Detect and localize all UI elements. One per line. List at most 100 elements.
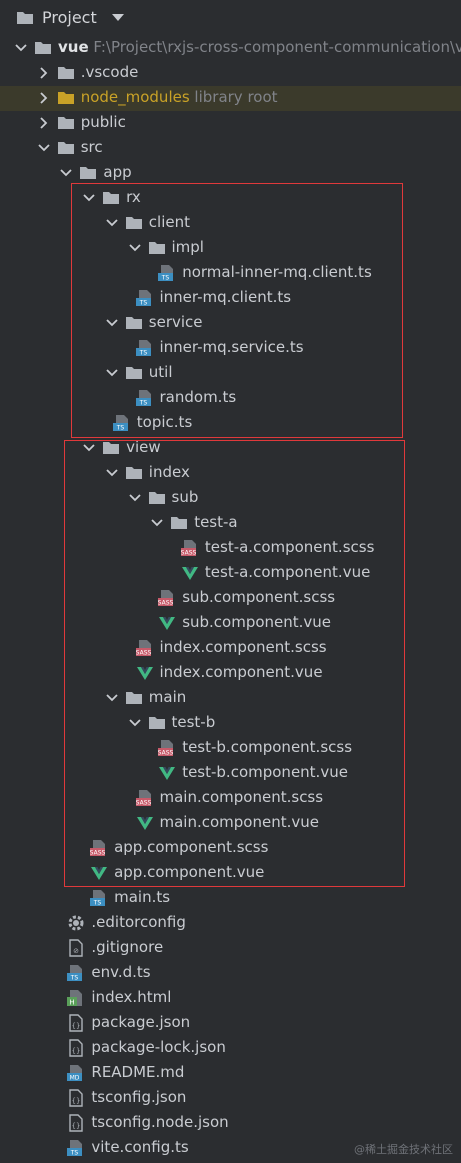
tree-row[interactable]: TS inner-mq.client.ts <box>0 286 461 311</box>
tree-row[interactable]: client <box>0 211 461 236</box>
svg-text:{}: {} <box>72 1022 81 1030</box>
vue-file-icon <box>136 814 154 832</box>
svg-text:H: H <box>70 999 75 1007</box>
tree-row[interactable]: .vscode <box>0 61 461 86</box>
tree-item-name: test-b.component.scss <box>182 738 353 756</box>
tree-item-label: sub.component.scss <box>182 588 335 606</box>
tree-item-label: main.component.vue <box>160 813 320 831</box>
chevron-down-icon[interactable] <box>127 240 143 256</box>
typescript-file-icon: TS <box>67 964 85 982</box>
tree-row[interactable]: SASS app.component.scss <box>0 836 461 861</box>
typescript-file-icon: TS <box>135 339 154 357</box>
tree-row[interactable]: sub <box>0 486 461 511</box>
tree-row[interactable]: impl <box>0 236 461 261</box>
tree-row[interactable]: {} tsconfig.json <box>0 1086 461 1111</box>
tree-row[interactable]: {} package-lock.json <box>0 1036 461 1061</box>
tree-row[interactable]: TS normal-inner-mq.client.ts <box>0 261 461 286</box>
chevron-down-icon[interactable] <box>81 190 97 206</box>
chevron-right-icon[interactable] <box>36 90 52 106</box>
vue-file-icon <box>158 614 176 632</box>
folder-icon <box>57 114 75 132</box>
tree-row[interactable]: app.component.vue <box>0 861 461 886</box>
tree-row[interactable]: util <box>0 361 461 386</box>
tree-row[interactable]: ⊘ .gitignore <box>0 936 461 961</box>
folder-icon <box>125 214 143 232</box>
tree-item-path: F:\Project\rxjs-cross-component-communic… <box>88 38 461 56</box>
panel-title[interactable]: Project <box>42 8 97 27</box>
tree-row[interactable]: view <box>0 436 461 461</box>
chevron-down-icon[interactable] <box>104 215 120 231</box>
chevron-right-icon[interactable] <box>36 115 52 131</box>
tree-row[interactable]: .editorconfig <box>0 911 461 936</box>
tree-row[interactable]: TS inner-mq.service.ts <box>0 336 461 361</box>
tree-item-name: test-b.component.vue <box>182 763 348 781</box>
tree-row[interactable]: app <box>0 161 461 186</box>
tree-row[interactable]: main <box>0 686 461 711</box>
chevron-down-icon[interactable] <box>104 465 120 481</box>
tree-item-label: vue F:\Project\rxjs-cross-component-comm… <box>58 38 461 56</box>
tree-item-name: vite.config.ts <box>91 1138 189 1156</box>
tree-row[interactable]: src <box>0 136 461 161</box>
tree-row[interactable]: TS main.ts <box>0 886 461 911</box>
sass-file-icon: SASS <box>158 739 176 757</box>
tree-row[interactable]: {} package.json <box>0 1011 461 1036</box>
tree-item-name: app.component.vue <box>114 863 265 881</box>
tree-item-label: normal-inner-mq.client.ts <box>182 263 372 281</box>
tree-row[interactable]: SASS test-b.component.scss <box>0 736 461 761</box>
tree-item-label: index.component.vue <box>160 663 323 681</box>
tree-item-label: test-b <box>172 713 216 731</box>
chevron-down-icon[interactable] <box>127 715 143 731</box>
tree-row[interactable]: vue F:\Project\rxjs-cross-component-comm… <box>0 36 461 61</box>
chevron-right-icon[interactable] <box>36 65 52 81</box>
tree-item-name: .vscode <box>80 63 139 81</box>
svg-text:TS: TS <box>138 300 147 307</box>
chevron-down-icon[interactable] <box>36 140 52 156</box>
chevron-down-icon[interactable] <box>104 690 120 706</box>
tree-row[interactable]: SASS sub.component.scss <box>0 586 461 611</box>
chevron-down-icon[interactable] <box>149 515 165 531</box>
tree-row[interactable]: index <box>0 461 461 486</box>
tree-row[interactable]: main.component.vue <box>0 811 461 836</box>
vue-file-icon <box>158 764 176 782</box>
chevron-down-icon[interactable] <box>81 440 97 456</box>
folder-icon <box>57 89 75 107</box>
tree-row[interactable]: MD README.md <box>0 1061 461 1086</box>
typescript-file-icon: TS <box>135 289 154 307</box>
tree-item-label: main.component.scss <box>160 788 324 806</box>
tree-row[interactable]: sub.component.vue <box>0 611 461 636</box>
tree-row[interactable]: TS topic.ts <box>0 411 461 436</box>
svg-text:SASS: SASS <box>90 850 106 857</box>
tree-row[interactable]: test-b.component.vue <box>0 761 461 786</box>
tree-row[interactable]: node_modules library root <box>0 86 461 111</box>
tree-row[interactable]: public <box>0 111 461 136</box>
tree-item-label: app <box>103 163 131 181</box>
tree-item-name: view <box>126 438 161 456</box>
chevron-down-icon[interactable] <box>127 490 143 506</box>
tree-row[interactable]: TS env.d.ts <box>0 961 461 986</box>
tree-row[interactable]: rx <box>0 186 461 211</box>
tree-row[interactable]: SASS index.component.scss <box>0 636 461 661</box>
tree-item-name: inner-mq.service.ts <box>159 338 304 356</box>
tree-row[interactable]: {} tsconfig.node.json <box>0 1111 461 1136</box>
svg-text:{}: {} <box>72 1047 81 1055</box>
tree-row[interactable]: SASS test-a.component.scss <box>0 536 461 561</box>
vue-file-icon <box>181 564 199 582</box>
tree-row[interactable]: service <box>0 311 461 336</box>
tree-item-name: index.component.scss <box>159 638 327 656</box>
tree-row[interactable]: test-a <box>0 511 461 536</box>
chevron-down-icon[interactable] <box>112 14 124 21</box>
chevron-down-icon[interactable] <box>13 40 29 56</box>
chevron-down-icon[interactable] <box>104 365 120 381</box>
tree-item-name: sub <box>171 488 199 506</box>
tree-item-label: service <box>149 313 203 331</box>
tree-row[interactable]: Hindex.html <box>0 986 461 1011</box>
tree-row[interactable]: TS random.ts <box>0 386 461 411</box>
tree-item-name: test-b <box>171 713 216 731</box>
tree-row[interactable]: index.component.vue <box>0 661 461 686</box>
chevron-down-icon[interactable] <box>104 315 120 331</box>
chevron-down-icon[interactable] <box>58 165 74 181</box>
tree-row[interactable]: test-b <box>0 711 461 736</box>
project-folder-icon <box>17 12 33 24</box>
tree-row[interactable]: test-a.component.vue <box>0 561 461 586</box>
tree-row[interactable]: SASS main.component.scss <box>0 786 461 811</box>
